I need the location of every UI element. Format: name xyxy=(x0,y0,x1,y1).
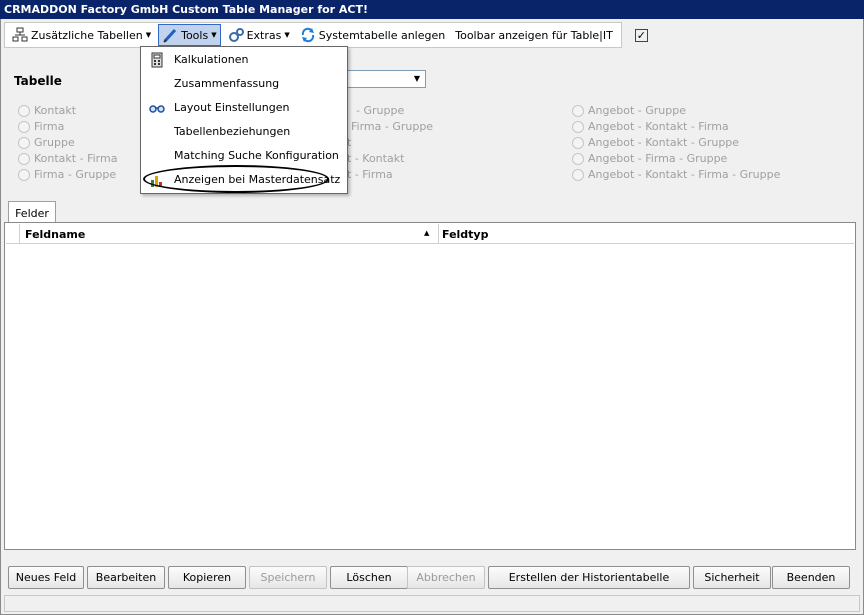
radio-angebot-kontakt-firma[interactable]: Angebot - Kontakt - Firma xyxy=(572,120,729,133)
menu-item-label: Zusammenfassung xyxy=(174,77,280,90)
tabelle-label: Tabelle xyxy=(14,74,62,88)
menu-item-tabellenbeziehungen[interactable]: Tabellenbeziehungen xyxy=(141,121,347,143)
bearbeiten-button[interactable]: Bearbeiten xyxy=(87,566,165,589)
radio-circle-icon xyxy=(572,120,584,133)
toolbar-extras-button[interactable]: Extras ▼ xyxy=(225,24,293,46)
pencil-icon xyxy=(162,27,178,43)
sort-ascending-icon: ▲ xyxy=(424,229,430,237)
row-selector-header xyxy=(6,224,20,243)
radio-angebot-firma-gruppe[interactable]: Angebot - Firma - Gruppe xyxy=(572,152,727,165)
toolbar-tools-button[interactable]: Tools ▼ xyxy=(158,24,221,46)
toolbar-checkbox[interactable]: ✓ xyxy=(634,28,648,42)
glasses-icon xyxy=(149,100,165,116)
radio-kontakt[interactable]: Kontakt xyxy=(18,104,76,117)
radio-circle-icon xyxy=(572,168,584,181)
radio-firma[interactable]: Firma xyxy=(18,120,64,133)
tabelle-panel: Tabelle ▼ Kontakt Firma Gruppe Kontakt -… xyxy=(4,56,860,194)
radio-label: t - Kontakt xyxy=(347,152,405,165)
radio-circle-icon xyxy=(18,168,30,181)
toolbar-anzeigen-table-it-label: Toolbar anzeigen für Table|IT xyxy=(455,28,613,42)
radio-label: Angebot - Gruppe xyxy=(588,104,686,117)
column-header-feldname[interactable]: Feldname xyxy=(25,228,85,241)
chevron-down-icon[interactable]: ▼ xyxy=(409,71,425,87)
menu-item-kalkulationen[interactable]: Kalkulationen xyxy=(141,49,347,71)
menu-item-label: Kalkulationen xyxy=(174,53,249,66)
radio-label: Angebot - Kontakt - Firma xyxy=(588,120,729,133)
radio-col2-1[interactable]: - Gruppe xyxy=(356,104,404,117)
tools-menu: Kalkulationen Zusammenfassung Layout Ein… xyxy=(140,46,348,194)
radio-circle-icon xyxy=(18,120,30,133)
toolbar-zusaetzliche-tabellen-label: Zusätzliche Tabellen xyxy=(31,28,143,42)
tabelle-combo[interactable]: ▼ xyxy=(344,70,426,88)
column-separator[interactable] xyxy=(438,224,439,243)
fields-grid[interactable]: Feldname ▲ Feldtyp xyxy=(4,222,856,550)
menu-item-zusammenfassung[interactable]: Zusammenfassung xyxy=(141,73,347,95)
radio-label: Firma xyxy=(34,120,65,133)
radio-circle-icon xyxy=(18,136,30,149)
button-bar: Neues Feld Bearbeiten Kopieren Speichern… xyxy=(4,563,856,591)
radio-gruppe[interactable]: Gruppe xyxy=(18,136,75,149)
tables-icon xyxy=(12,27,28,43)
toolbar: Zusätzliche Tabellen ▼ Tools ▼ Extras ▼ … xyxy=(4,22,648,48)
chevron-down-icon: ▼ xyxy=(145,31,152,39)
menu-item-label: Layout Einstellungen xyxy=(174,101,290,114)
column-header-feldtyp[interactable]: Feldtyp xyxy=(442,228,488,241)
menu-item-label: Tabellenbeziehungen xyxy=(174,125,291,138)
radio-col2-5[interactable]: t - Firma xyxy=(347,168,393,181)
toolbar-anzeigen-table-it-item[interactable]: Toolbar anzeigen für Table|IT ✓ xyxy=(452,24,651,46)
radio-label: t - Firma xyxy=(347,168,393,181)
radio-label: Kontakt - Firma xyxy=(34,152,118,165)
radio-label: Gruppe xyxy=(34,136,75,149)
menu-item-label: Matching Suche Konfiguration xyxy=(174,149,339,162)
radio-label: Angebot - Firma - Gruppe xyxy=(588,152,728,165)
radio-label: - Gruppe xyxy=(356,104,405,117)
menu-item-layout-einstellungen[interactable]: Layout Einstellungen xyxy=(141,97,347,119)
kopieren-button[interactable]: Kopieren xyxy=(168,566,246,589)
radio-angebot-kontakt-firma-gruppe[interactable]: Angebot - Kontakt - Firma - Gruppe xyxy=(572,168,780,181)
menu-item-matching-suche[interactable]: Matching Suche Konfiguration xyxy=(141,145,347,167)
chevron-down-icon: ▼ xyxy=(211,31,217,39)
radio-circle-icon xyxy=(572,152,584,165)
loeschen-button[interactable]: Löschen xyxy=(330,566,408,589)
toolbar-extras-label: Extras xyxy=(246,28,282,42)
tab-felder[interactable]: Felder xyxy=(8,201,56,223)
gears-icon xyxy=(228,27,244,43)
speichern-button[interactable]: Speichern xyxy=(249,566,327,589)
radio-label: Angebot - Kontakt - Gruppe xyxy=(588,136,740,149)
chevron-down-icon: ▼ xyxy=(284,31,290,39)
radio-circle-icon xyxy=(18,152,30,165)
toolbar-zusaetzliche-tabellen-button[interactable]: Zusätzliche Tabellen ▼ xyxy=(9,24,154,46)
erstellen-historientabelle-button[interactable]: Erstellen der Historientabelle xyxy=(488,566,690,589)
radio-label: Angebot - Kontakt - Firma - Gruppe xyxy=(588,168,781,181)
window-title: CRMADDON Factory GmbH Custom Table Manag… xyxy=(0,0,864,19)
calculator-icon xyxy=(149,52,165,68)
radio-circle-icon xyxy=(572,104,584,117)
radio-kontakt-firma[interactable]: Kontakt - Firma xyxy=(18,152,117,165)
radio-circle-icon xyxy=(18,104,30,117)
refresh-icon xyxy=(300,27,316,43)
toolbar-systemtabelle-anlegen-button[interactable]: Systemtabelle anlegen xyxy=(297,24,448,46)
radio-angebot-kontakt-gruppe[interactable]: Angebot - Kontakt - Gruppe xyxy=(572,136,739,149)
chart-icon xyxy=(149,172,165,188)
radio-col2-4[interactable]: t - Kontakt xyxy=(347,152,404,165)
radio-label: Kontakt xyxy=(34,104,77,117)
abbrechen-button[interactable]: Abbrechen xyxy=(407,566,485,589)
radio-label: Firma - Gruppe xyxy=(34,168,117,181)
radio-angebot-gruppe[interactable]: Angebot - Gruppe xyxy=(572,104,686,117)
radio-label: , Firma - Gruppe xyxy=(344,120,434,133)
neues-feld-button[interactable]: Neues Feld xyxy=(8,566,84,589)
menu-item-anzeigen-bei-masterdatensatz[interactable]: Anzeigen bei Masterdatensatz xyxy=(141,169,347,191)
beenden-button[interactable]: Beenden xyxy=(772,566,850,589)
menu-item-label: Anzeigen bei Masterdatensatz xyxy=(174,173,341,186)
radio-circle-icon xyxy=(572,136,584,149)
status-bar xyxy=(4,595,860,612)
toolbar-systemtabelle-anlegen-label: Systemtabelle anlegen xyxy=(318,28,446,42)
toolbar-tools-label: Tools xyxy=(181,28,209,42)
sicherheit-button[interactable]: Sicherheit xyxy=(693,566,771,589)
grid-header: Feldname ▲ Feldtyp xyxy=(6,224,854,244)
radio-col2-2[interactable]: , Firma - Gruppe xyxy=(344,120,433,133)
radio-firma-gruppe[interactable]: Firma - Gruppe xyxy=(18,168,116,181)
